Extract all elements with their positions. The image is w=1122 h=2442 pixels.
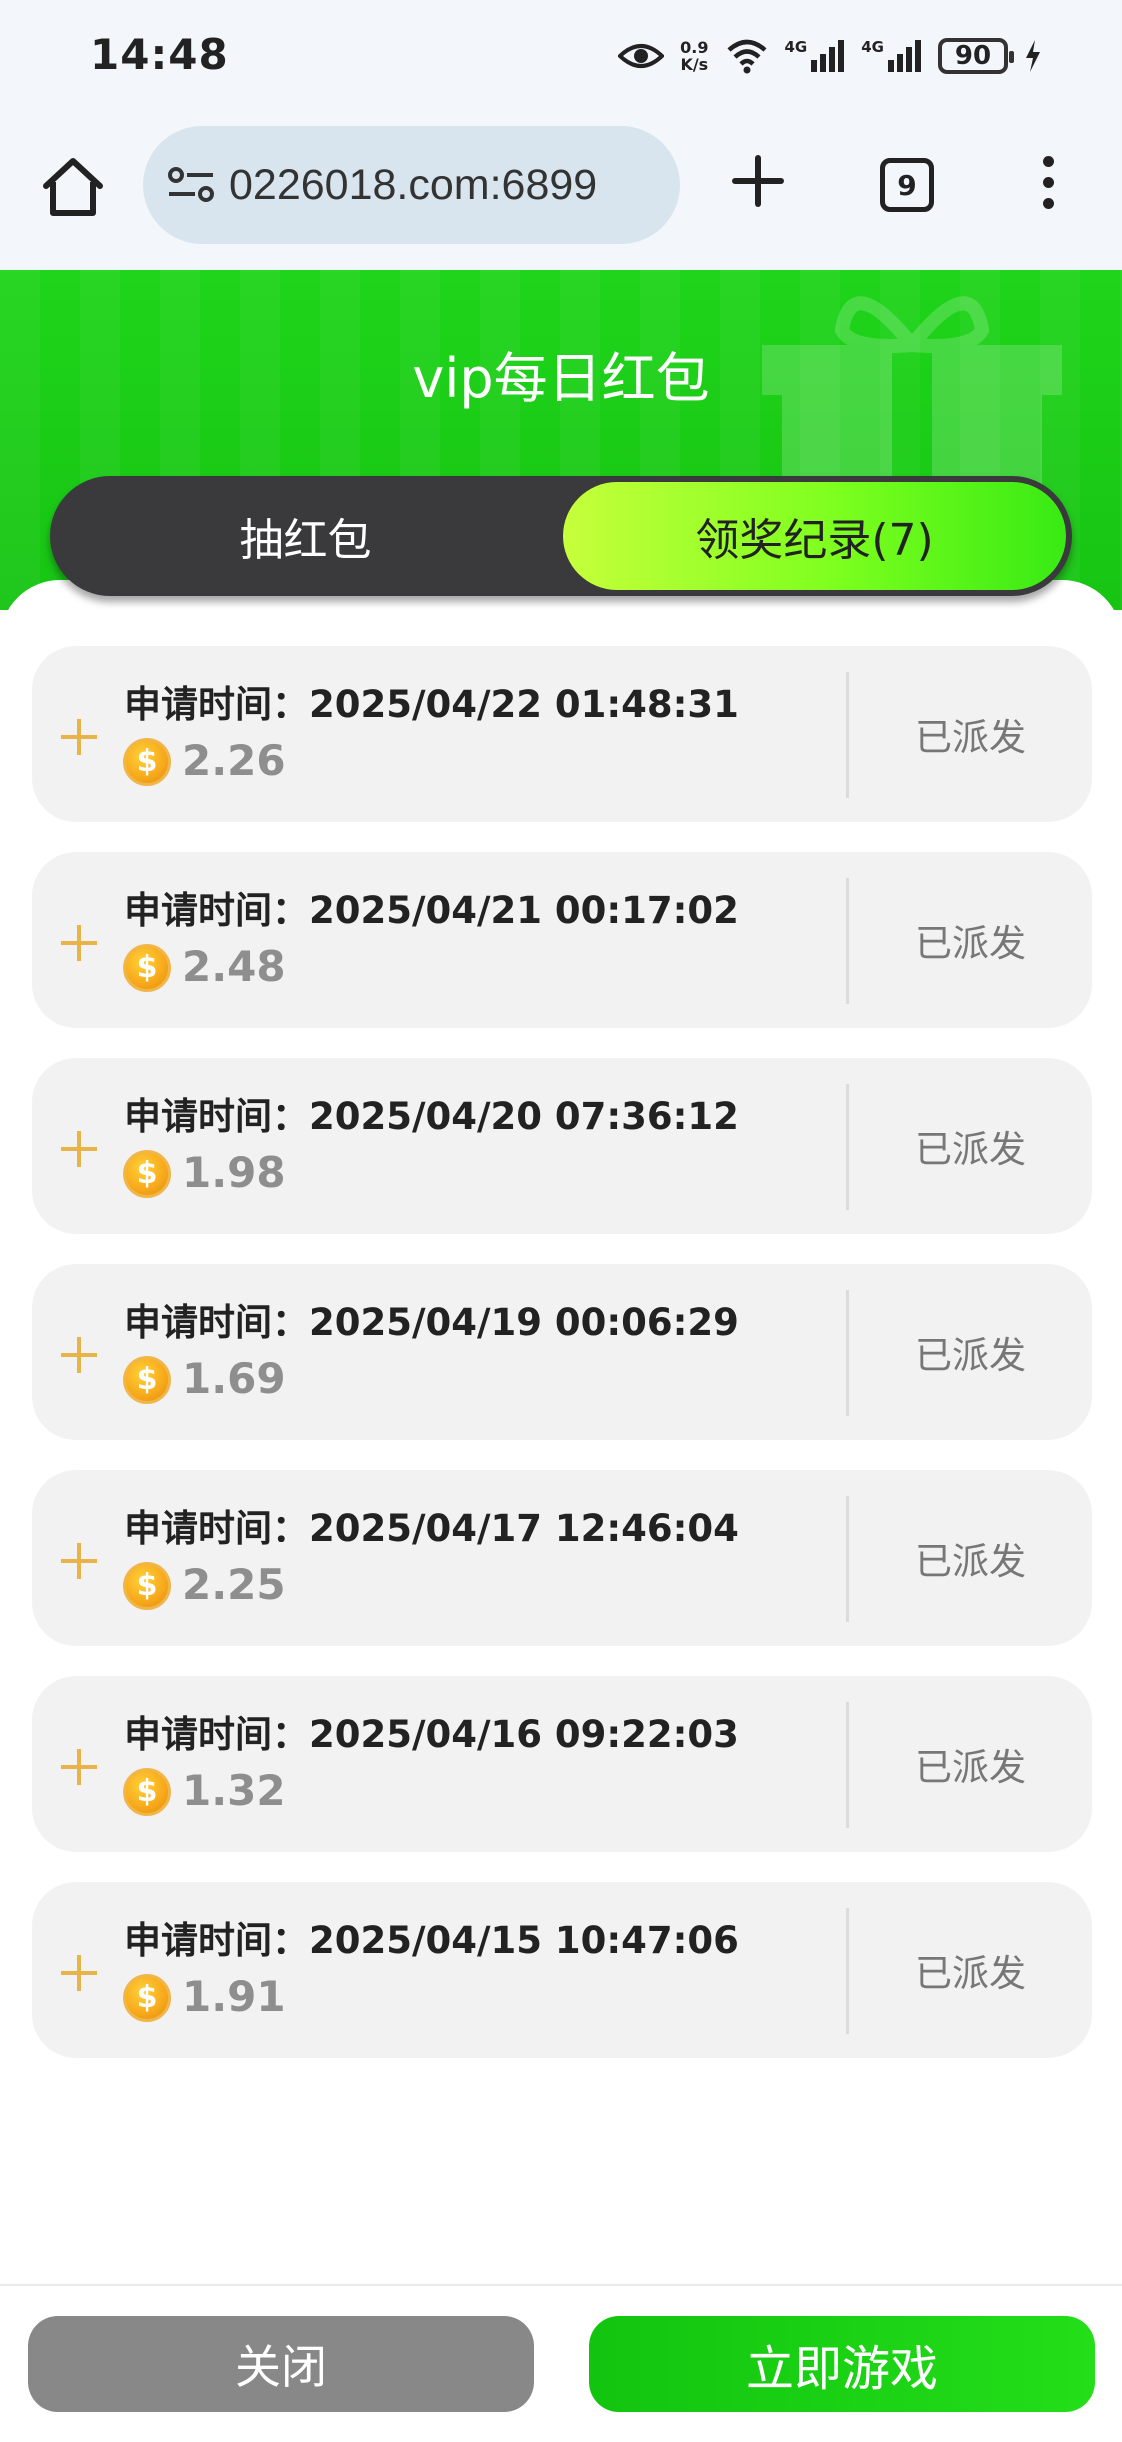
- battery-level: 90: [954, 41, 992, 71]
- coin-icon: $: [123, 1768, 171, 1816]
- coin-icon: $: [123, 738, 171, 786]
- net-label-1: 4G: [784, 38, 808, 56]
- expand-plus-icon[interactable]: [58, 1334, 100, 1376]
- eye-icon: [618, 41, 665, 71]
- signal-4g-icon-2: 4G: [861, 38, 922, 74]
- records-list: 申请时间：2025/04/22 01:48:31 $2.26 已派发 申请时间：202…: [32, 646, 1092, 2088]
- status-bar: 14:48 0.9 K/s 4G 4G 90: [0, 0, 1122, 118]
- record-amount: 1.98: [182, 1148, 286, 1197]
- expand-plus-icon[interactable]: [58, 922, 100, 964]
- record-status: 已派发: [915, 1746, 1026, 1789]
- url-text[interactable]: 0226018.com:6899: [229, 161, 597, 210]
- speed-unit: K/s: [680, 55, 709, 74]
- record-card: 申请时间：2025/04/17 12:46:04 $2.25 已派发: [32, 1470, 1092, 1646]
- tab-switcher-button[interactable]: 9: [880, 158, 934, 212]
- tab-draw-red-packet[interactable]: 抽红包: [50, 476, 561, 596]
- tab-bar: 抽红包 领奖纪录(7): [50, 476, 1072, 596]
- coin-icon: $: [123, 1974, 171, 2022]
- coin-icon: $: [123, 1356, 171, 1404]
- play-now-button[interactable]: 立即游戏: [589, 2316, 1095, 2412]
- record-card: 申请时间：2025/04/20 07:36:12 $1.98 已派发: [32, 1058, 1092, 1234]
- record-status: 已派发: [915, 1540, 1026, 1583]
- record-status: 已派发: [915, 1334, 1026, 1377]
- home-icon[interactable]: [38, 152, 108, 222]
- record-card: 申请时间：2025/04/21 00:17:02 $2.48 已派发: [32, 852, 1092, 1028]
- battery-icon: 90: [938, 38, 1014, 74]
- record-amount: 1.69: [182, 1354, 286, 1403]
- menu-icon[interactable]: [1033, 156, 1063, 216]
- record-time: 申请时间：2025/04/20 07:36:12: [124, 1095, 739, 1138]
- page-title: vip每日红包: [412, 347, 710, 410]
- record-status: 已派发: [915, 1952, 1026, 1995]
- signal-4g-icon-1: 4G: [785, 38, 846, 74]
- network-speed: 0.9 K/s: [680, 39, 708, 73]
- expand-plus-icon[interactable]: [58, 716, 100, 758]
- status-time: 14:48: [90, 30, 229, 79]
- record-amount: 2.26: [182, 736, 286, 785]
- expand-plus-icon[interactable]: [58, 1128, 100, 1170]
- tab-reward-records[interactable]: 领奖纪录(7): [563, 482, 1066, 590]
- status-icons: 0.9 K/s 4G 4G 90: [618, 34, 1042, 78]
- record-amount: 2.25: [182, 1560, 286, 1609]
- new-tab-plus-icon[interactable]: [727, 150, 789, 212]
- coin-icon: $: [123, 1150, 171, 1198]
- expand-plus-icon[interactable]: [58, 1746, 100, 1788]
- coin-icon: $: [123, 944, 171, 992]
- expand-plus-icon[interactable]: [58, 1540, 100, 1582]
- record-time: 申请时间：2025/04/21 00:17:02: [124, 889, 739, 932]
- record-status: 已派发: [915, 922, 1026, 965]
- tune-icon[interactable]: [165, 158, 219, 212]
- charging-icon: [1024, 39, 1042, 73]
- record-time: 申请时间：2025/04/15 10:47:06: [124, 1919, 739, 1962]
- footer-divider: [0, 2284, 1122, 2286]
- net-label-2: 4G: [861, 38, 884, 56]
- record-time: 申请时间：2025/04/17 12:46:04: [124, 1507, 739, 1550]
- record-amount: 1.32: [182, 1766, 286, 1815]
- wifi-icon: [725, 38, 769, 74]
- record-card: 申请时间：2025/04/15 10:47:06 $1.91 已派发: [32, 1882, 1092, 2058]
- record-amount: 1.91: [182, 1972, 286, 2021]
- record-time: 申请时间：2025/04/19 00:06:29: [124, 1301, 739, 1344]
- address-bar[interactable]: 0226018.com:6899: [143, 126, 680, 244]
- expand-plus-icon[interactable]: [58, 1952, 100, 1994]
- coin-icon: $: [123, 1562, 171, 1610]
- record-status: 已派发: [915, 1128, 1026, 1171]
- record-time: 申请时间：2025/04/22 01:48:31: [124, 683, 739, 726]
- browser-toolbar: 0226018.com:6899 9: [0, 118, 1122, 270]
- record-card: 申请时间：2025/04/19 00:06:29 $1.69 已派发: [32, 1264, 1092, 1440]
- record-card: 申请时间：2025/04/16 09:22:03 $1.32 已派发: [32, 1676, 1092, 1852]
- record-amount: 2.48: [182, 942, 286, 991]
- record-time: 申请时间：2025/04/16 09:22:03: [124, 1713, 739, 1756]
- record-status: 已派发: [915, 716, 1026, 759]
- close-button[interactable]: 关闭: [28, 2316, 534, 2412]
- record-card: 申请时间：2025/04/22 01:48:31 $2.26 已派发: [32, 646, 1092, 822]
